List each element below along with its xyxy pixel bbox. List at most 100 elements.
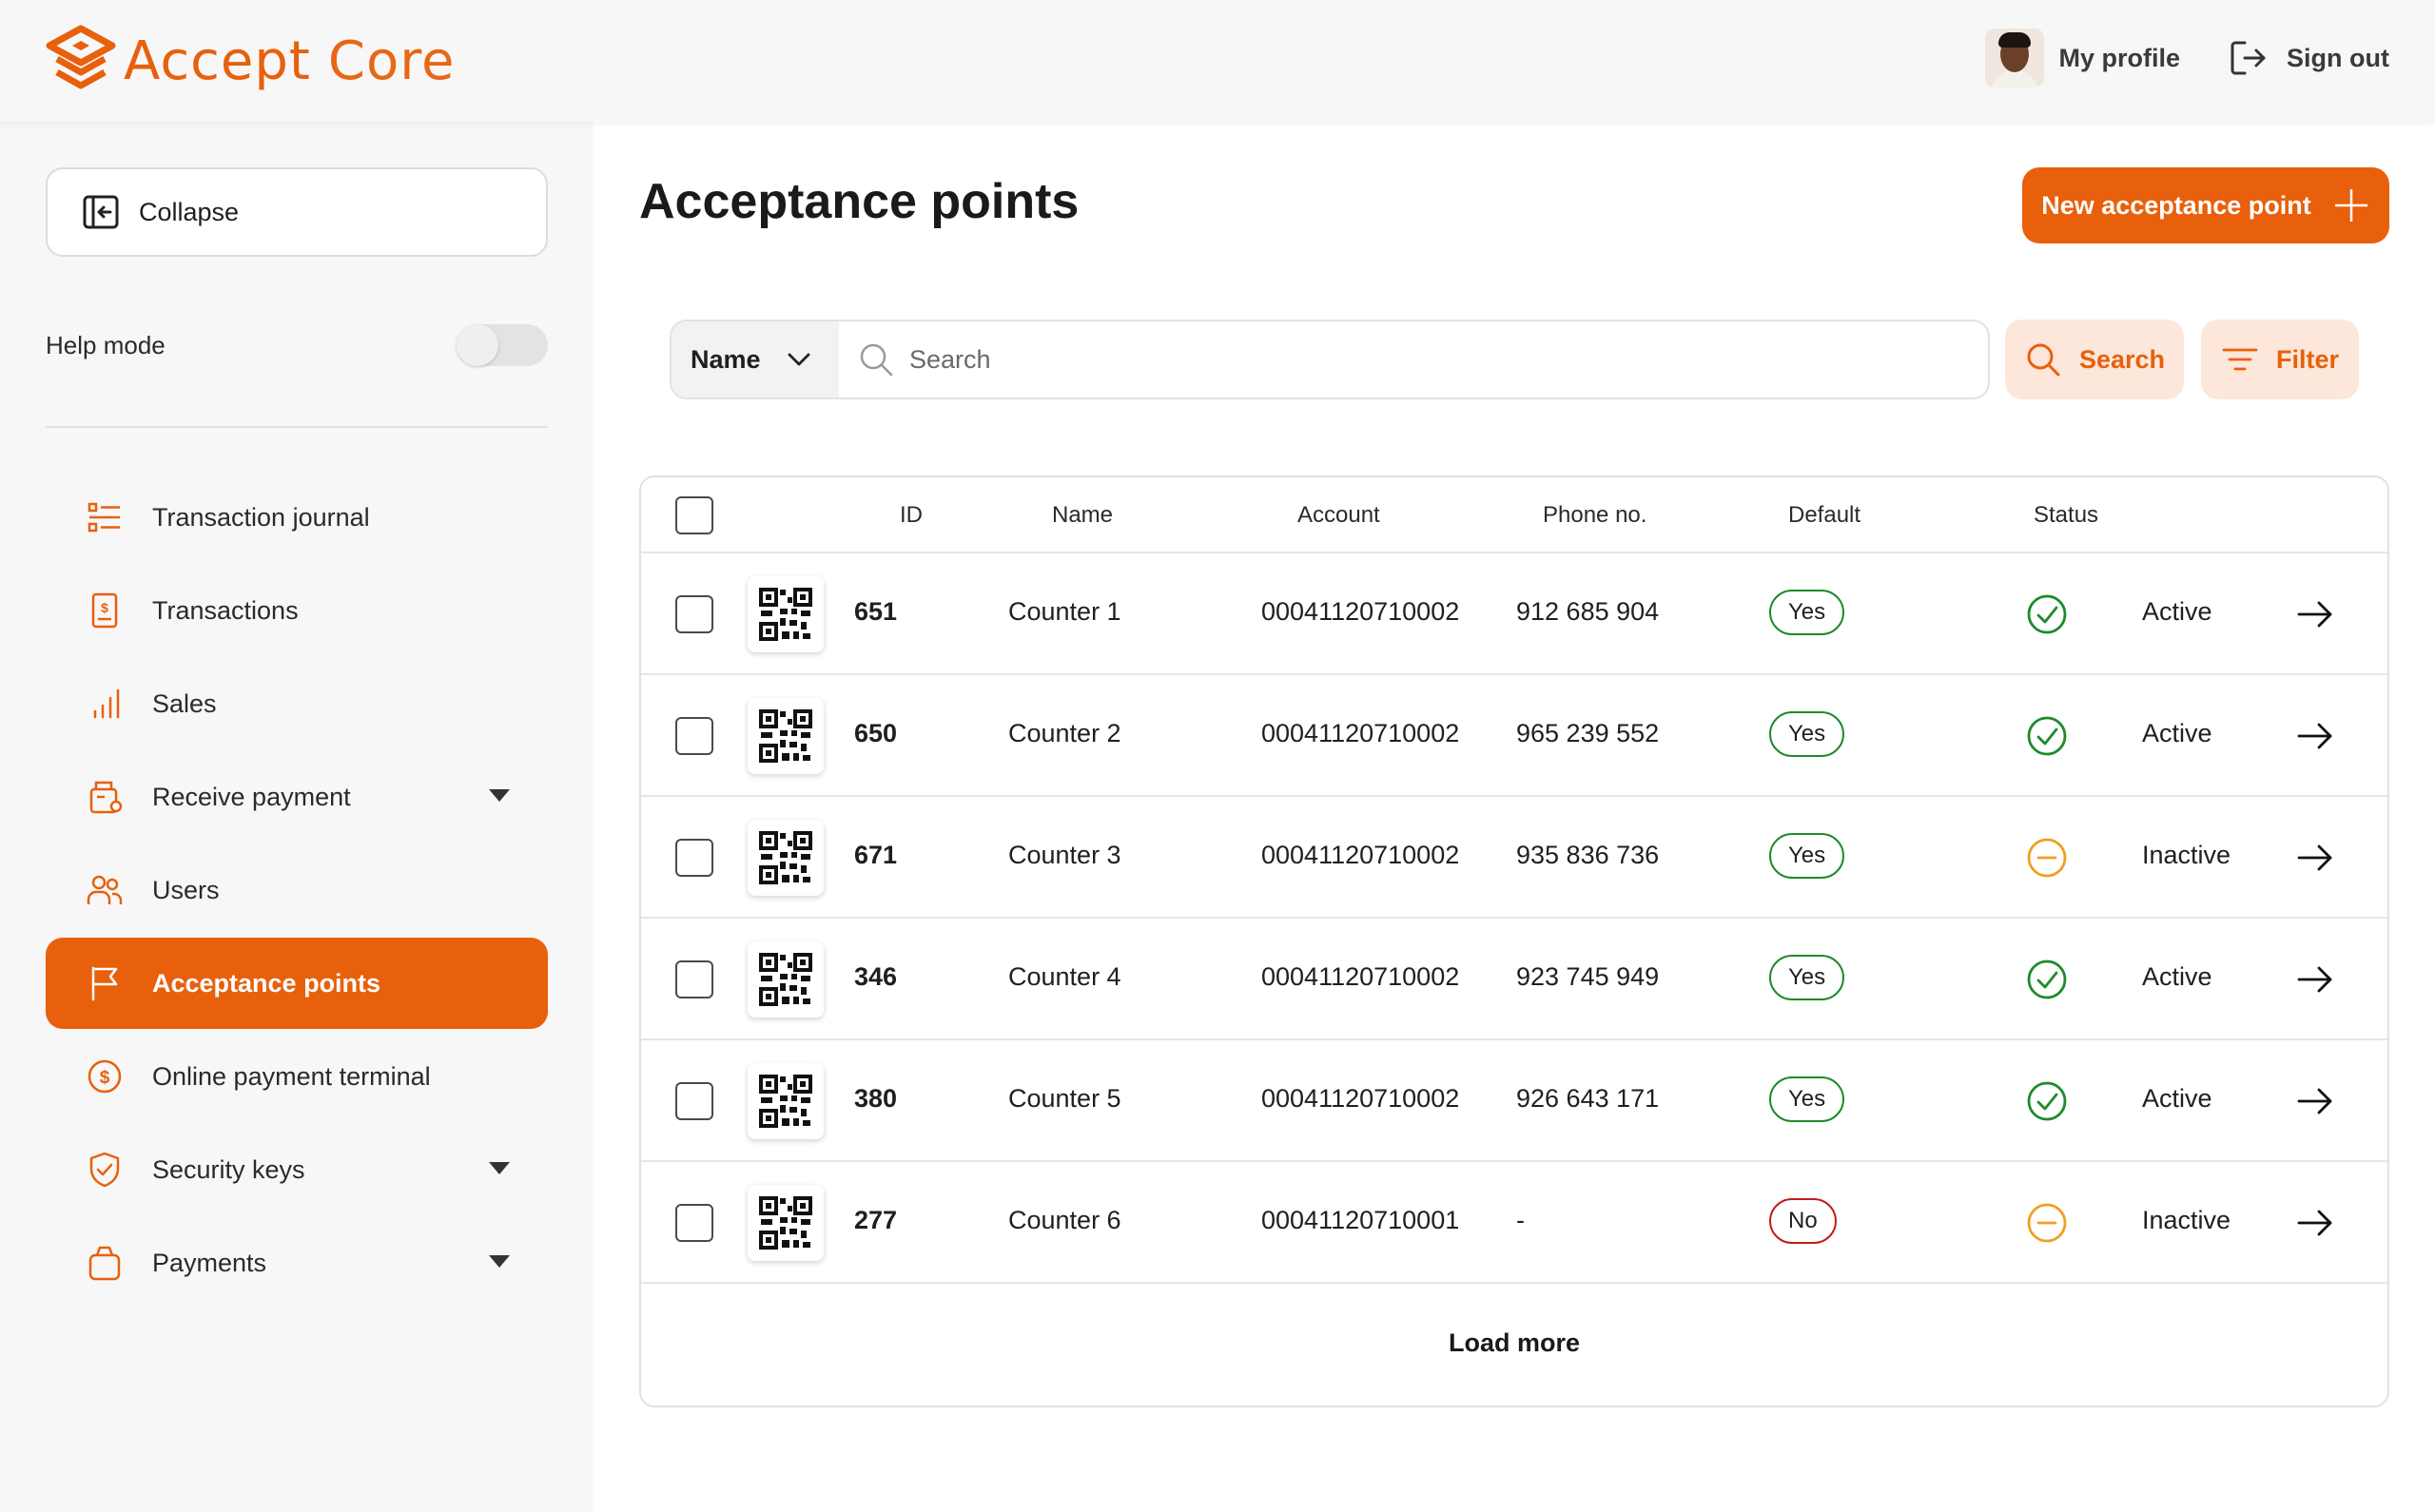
cell-phone: 926 643 171 [1516,1084,1660,1113]
qr-code-icon[interactable] [748,576,824,652]
status-inactive-icon [2027,838,2067,878]
row-checkbox[interactable] [675,960,713,998]
default-badge: No [1769,1198,1837,1244]
app-root: Accept Core My profile Sign out Collapse… [0,0,2435,1512]
logo-brand: Accept [124,29,311,92]
table-row[interactable]: 380 Counter 5 00041120710002 926 643 171 Yes… [641,1040,2387,1162]
load-more-button[interactable]: Load more [641,1290,2387,1395]
table-header: ID Name Account Phone no. Default Status [641,477,2387,553]
sidebar-item-sales[interactable]: Sales [46,658,548,749]
cell-name: Counter 4 [1008,962,1121,991]
filter-button[interactable]: Filter [2201,320,2359,399]
search-field-select[interactable]: Name [672,321,839,397]
cell-phone: 912 685 904 [1516,597,1660,626]
search-button[interactable]: Search [2005,320,2184,399]
qr-code-icon[interactable] [748,941,824,1018]
svg-text:$: $ [100,1068,110,1088]
row-checkbox[interactable] [675,595,713,633]
sidebar-item-payments[interactable]: Payments [46,1217,548,1308]
table-row[interactable]: 651 Counter 1 00041120710002 912 685 904 Yes… [641,553,2387,675]
sidebar-item-acceptance-points[interactable]: Acceptance points [46,938,548,1029]
row-checkbox[interactable] [675,839,713,877]
table-row[interactable]: 650 Counter 2 00041120710002 965 239 552 Yes… [641,675,2387,797]
app-logo[interactable]: Accept Core [44,25,455,97]
list-icon [86,498,124,536]
cell-status: Active [2142,597,2212,626]
status-active-icon [2027,1081,2067,1121]
cell-name: Counter 6 [1008,1206,1121,1234]
column-header-status[interactable]: Status [2034,502,2098,529]
filter-icon [2222,348,2258,371]
sidebar-item-label: Receive payment [152,782,351,811]
arrow-right-icon[interactable] [2296,719,2334,753]
collapse-button[interactable]: Collapse [46,167,548,257]
sidebar-item-online-payment-terminal[interactable]: $ Online payment terminal [46,1031,548,1122]
top-bar: Accept Core My profile Sign out [0,0,2435,122]
table-row[interactable]: 277 Counter 6 00041120710001 - No Inactive [641,1162,2387,1284]
search-icon [2027,343,2060,377]
acceptance-points-table: ID Name Account Phone no. Default Status… [639,475,2389,1407]
arrow-right-icon[interactable] [2296,1206,2334,1240]
qr-code-icon[interactable] [748,1063,824,1139]
chevron-down-icon[interactable] [489,789,510,802]
my-profile-link[interactable]: My profile [1984,29,2180,87]
arrow-right-icon[interactable] [2296,962,2334,997]
sidebar-item-transaction-journal[interactable]: Transaction journal [46,472,548,563]
qr-code-icon[interactable] [748,820,824,896]
sidebar-item-label: Payments [152,1248,267,1277]
cell-id: 650 [854,719,898,747]
qr-code-icon[interactable] [748,1185,824,1261]
row-checkbox[interactable] [675,1204,713,1242]
dollar-circle-icon: $ [86,1057,124,1095]
column-header-id[interactable]: ID [900,502,923,529]
select-all-checkbox[interactable] [675,496,713,534]
search-field [839,321,1988,397]
chevron-down-icon[interactable] [489,1255,510,1268]
sidebar-item-receive-payment[interactable]: Receive payment [46,751,548,843]
sidebar-item-label: Acceptance points [152,968,381,998]
sidebar-item-users[interactable]: Users [46,844,548,936]
pos-terminal-icon [86,778,124,816]
status-active-icon [2027,594,2067,634]
sign-out-button[interactable]: Sign out [2228,37,2389,79]
cell-status: Inactive [2142,1206,2231,1234]
table-row[interactable]: 671 Counter 3 00041120710002 935 836 736 Yes… [641,797,2387,919]
cell-status: Inactive [2142,841,2231,869]
cell-account: 00041120710002 [1261,597,1460,626]
column-header-name[interactable]: Name [1052,502,1113,529]
table-row[interactable]: 346 Counter 4 00041120710002 923 745 949 Yes… [641,919,2387,1040]
status-inactive-icon [2027,1203,2067,1243]
page-title: Acceptance points [639,174,1080,229]
status-active-icon [2027,716,2067,756]
receipt-icon: $ [86,591,124,630]
logo-icon [46,25,116,89]
sidebar-item-label: Transactions [152,595,299,625]
logo-product: Core [327,29,456,92]
sidebar-item-transactions[interactable]: $ Transactions [46,565,548,656]
row-checkbox[interactable] [675,717,713,755]
new-acceptance-point-button[interactable]: New acceptance point [2022,167,2389,243]
cell-phone: 923 745 949 [1516,962,1660,991]
search-field-select-label: Name [691,344,761,374]
row-checkbox[interactable] [675,1082,713,1120]
filter-button-label: Filter [2275,344,2339,374]
svg-text:$: $ [101,600,108,615]
help-mode-toggle[interactable] [457,324,548,366]
collapse-sidebar-icon [83,195,119,229]
cell-name: Counter 2 [1008,719,1121,747]
column-header-default[interactable]: Default [1788,502,1860,529]
arrow-right-icon[interactable] [2296,597,2334,631]
column-header-account[interactable]: Account [1297,502,1380,529]
default-badge: Yes [1769,590,1845,635]
qr-code-icon[interactable] [748,698,824,774]
chevron-down-icon[interactable] [489,1162,510,1174]
arrow-right-icon[interactable] [2296,1084,2334,1118]
top-actions: My profile Sign out [1984,29,2389,87]
column-header-phone[interactable]: Phone no. [1543,502,1646,529]
sidebar-item-security-keys[interactable]: Security keys [46,1124,548,1215]
search-input[interactable] [909,344,1956,375]
help-mode-label: Help mode [46,330,166,359]
arrow-right-icon[interactable] [2296,841,2334,875]
default-badge: Yes [1769,955,1845,1000]
toggle-knob [457,324,498,366]
